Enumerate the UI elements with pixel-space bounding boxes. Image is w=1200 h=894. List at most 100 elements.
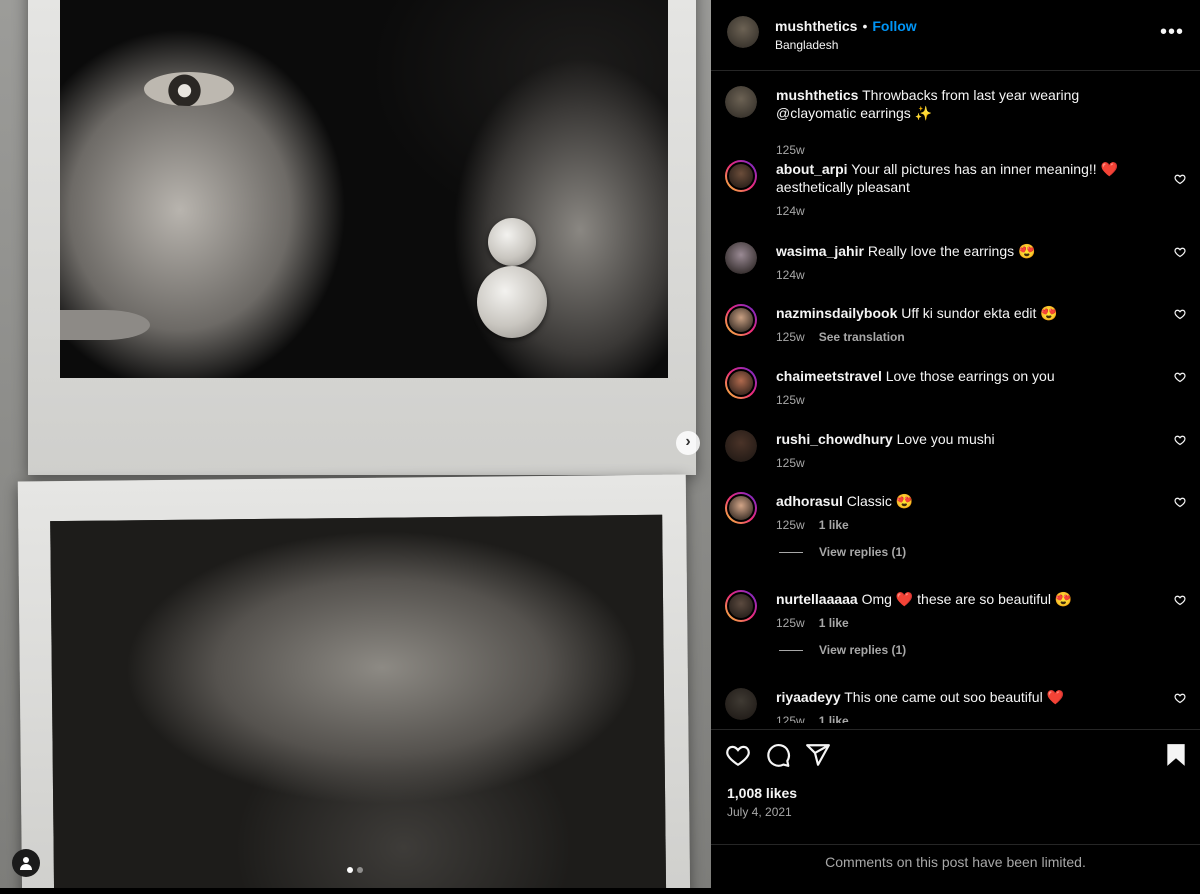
commenter-avatar[interactable]	[725, 367, 757, 399]
lips	[60, 310, 150, 340]
comment-body: Love those earrings on you	[885, 368, 1055, 384]
post-actions: 1,008 likes July 4, 2021	[711, 729, 1200, 845]
comment-like-heart-icon[interactable]	[1174, 692, 1186, 704]
comments-list[interactable]: mushthetics Throwbacks from last year we…	[711, 71, 1200, 723]
comment-username[interactable]: nurtellaaaaa	[776, 591, 858, 607]
comment-meta: 125w	[776, 393, 805, 407]
caption-meta: 125w	[776, 143, 805, 157]
comment-time[interactable]: 124w	[776, 204, 805, 218]
heart-icon[interactable]	[725, 742, 751, 768]
comment-icon[interactable]	[765, 742, 791, 768]
comment-text: adhorasul Classic 😍	[776, 492, 1146, 510]
comment-username[interactable]: adhorasul	[776, 493, 843, 509]
carousel-next-button[interactable]: ›	[676, 431, 700, 455]
polaroid-frame-top	[28, 0, 696, 475]
earring-top-disc	[488, 218, 536, 266]
comment-time[interactable]: 125w	[776, 714, 805, 723]
commenter-avatar[interactable]	[725, 430, 757, 462]
caption-time[interactable]: 125w	[776, 143, 805, 157]
caption-username[interactable]: mushthetics	[776, 87, 858, 103]
eye	[144, 72, 234, 106]
commenter-avatar[interactable]	[725, 160, 757, 192]
commenter-avatar[interactable]	[725, 304, 757, 336]
comment-time[interactable]: 125w	[776, 518, 805, 532]
view-replies-button[interactable]: View replies (1)	[779, 643, 906, 657]
replies-divider-line	[779, 649, 803, 651]
person-icon	[20, 857, 32, 870]
tagged-users-button[interactable]	[12, 849, 40, 877]
comment-username[interactable]: rushi_chowdhury	[776, 431, 893, 447]
comment-meta: 125w	[776, 456, 805, 470]
comment-text: nurtellaaaaa Omg ❤️ these are so beautif…	[776, 590, 1146, 608]
comment-text: chaimeetstravel Love those earrings on y…	[776, 367, 1146, 385]
comment-like-heart-icon[interactable]	[1174, 308, 1186, 320]
comment-time[interactable]: 125w	[776, 393, 805, 407]
comment-time[interactable]: 124w	[776, 268, 805, 282]
comment-like-heart-icon[interactable]	[1174, 246, 1186, 258]
post-photo[interactable]: ›	[0, 0, 711, 888]
earring-bottom-disc	[477, 266, 547, 338]
follow-button[interactable]: Follow	[872, 18, 916, 34]
comment-body: Uff ki sundor ekta edit 😍	[901, 305, 1058, 321]
comment-body: Classic 😍	[846, 493, 914, 509]
comment-like-heart-icon[interactable]	[1174, 434, 1186, 446]
like-count[interactable]: 1,008 likes	[727, 785, 797, 801]
share-icon[interactable]	[805, 742, 831, 768]
author-username[interactable]: mushthetics	[775, 18, 857, 34]
comment-username[interactable]: about_arpi	[776, 161, 848, 177]
portrait-photo-neck	[50, 514, 667, 888]
comment-meta: 124w	[776, 268, 805, 282]
comment-like-heart-icon[interactable]	[1174, 173, 1186, 185]
comment-text: nazminsdailybook Uff ki sundor ekta edit…	[776, 304, 1146, 322]
portrait-photo-face	[60, 0, 668, 378]
author-line: mushthetics • Follow	[775, 18, 917, 34]
comment-like-count[interactable]: 1 like	[819, 616, 849, 630]
commenter-avatar[interactable]	[725, 590, 757, 622]
caption-text: mushthetics Throwbacks from last year we…	[776, 86, 1146, 122]
comment-username[interactable]: chaimeetstravel	[776, 368, 882, 384]
comment-time[interactable]: 125w	[776, 330, 805, 344]
commenter-avatar[interactable]	[725, 242, 757, 274]
comment-like-heart-icon[interactable]	[1174, 371, 1186, 383]
carousel-dot	[357, 867, 363, 873]
post-date[interactable]: July 4, 2021	[727, 805, 792, 819]
carousel-dot-active	[347, 867, 353, 873]
more-options-icon[interactable]: •••	[1160, 22, 1184, 42]
separator-dot: •	[862, 18, 868, 34]
bookmark-icon[interactable]	[1163, 742, 1189, 768]
comment-meta: 125w 1 like	[776, 714, 849, 723]
view-replies-label[interactable]: View replies (1)	[819, 643, 906, 657]
comment-text: rushi_chowdhury Love you mushi	[776, 430, 1146, 448]
comment-body: Omg ❤️ these are so beautiful 😍	[861, 591, 1073, 607]
post-header: mushthetics • Follow Bangladesh •••	[711, 0, 1200, 71]
comment-time[interactable]: 125w	[776, 616, 805, 630]
view-replies-label[interactable]: View replies (1)	[819, 545, 906, 559]
comment-body: Really love the earrings 😍	[867, 243, 1036, 259]
comment-like-heart-icon[interactable]	[1174, 496, 1186, 508]
comment-like-count[interactable]: 1 like	[819, 518, 849, 532]
comment-body: This one came out soo beautiful ❤️	[844, 689, 1065, 705]
comments-limited-notice: Comments on this post have been limited.	[825, 854, 1086, 870]
post-side-panel: mushthetics • Follow Bangladesh ••• mushth…	[711, 0, 1200, 894]
comment-body: Love you mushi	[896, 431, 995, 447]
author-avatar[interactable]	[727, 16, 759, 48]
comment-meta: 125w See translation	[776, 330, 905, 344]
comment-text: about_arpi Your all pictures has an inne…	[776, 160, 1146, 196]
comment-username[interactable]: riyaadeyy	[776, 689, 841, 705]
commenter-avatar[interactable]	[725, 688, 757, 720]
author-avatar-small[interactable]	[725, 86, 757, 118]
view-replies-button[interactable]: View replies (1)	[779, 545, 906, 559]
post-location[interactable]: Bangladesh	[775, 38, 838, 52]
comment-time[interactable]: 125w	[776, 456, 805, 470]
comment-like-count[interactable]: 1 like	[819, 714, 849, 723]
comment-text: wasima_jahir Really love the earrings 😍	[776, 242, 1146, 260]
comment-username[interactable]: nazminsdailybook	[776, 305, 897, 321]
replies-divider-line	[779, 551, 803, 553]
comment-username[interactable]: wasima_jahir	[776, 243, 864, 259]
commenter-avatar[interactable]	[725, 492, 757, 524]
comment-meta: 124w	[776, 204, 805, 218]
polaroid-frame-bottom	[17, 474, 691, 888]
comment-like-heart-icon[interactable]	[1174, 594, 1186, 606]
see-translation-link[interactable]: See translation	[819, 330, 905, 344]
comment-meta: 125w 1 like	[776, 518, 849, 532]
